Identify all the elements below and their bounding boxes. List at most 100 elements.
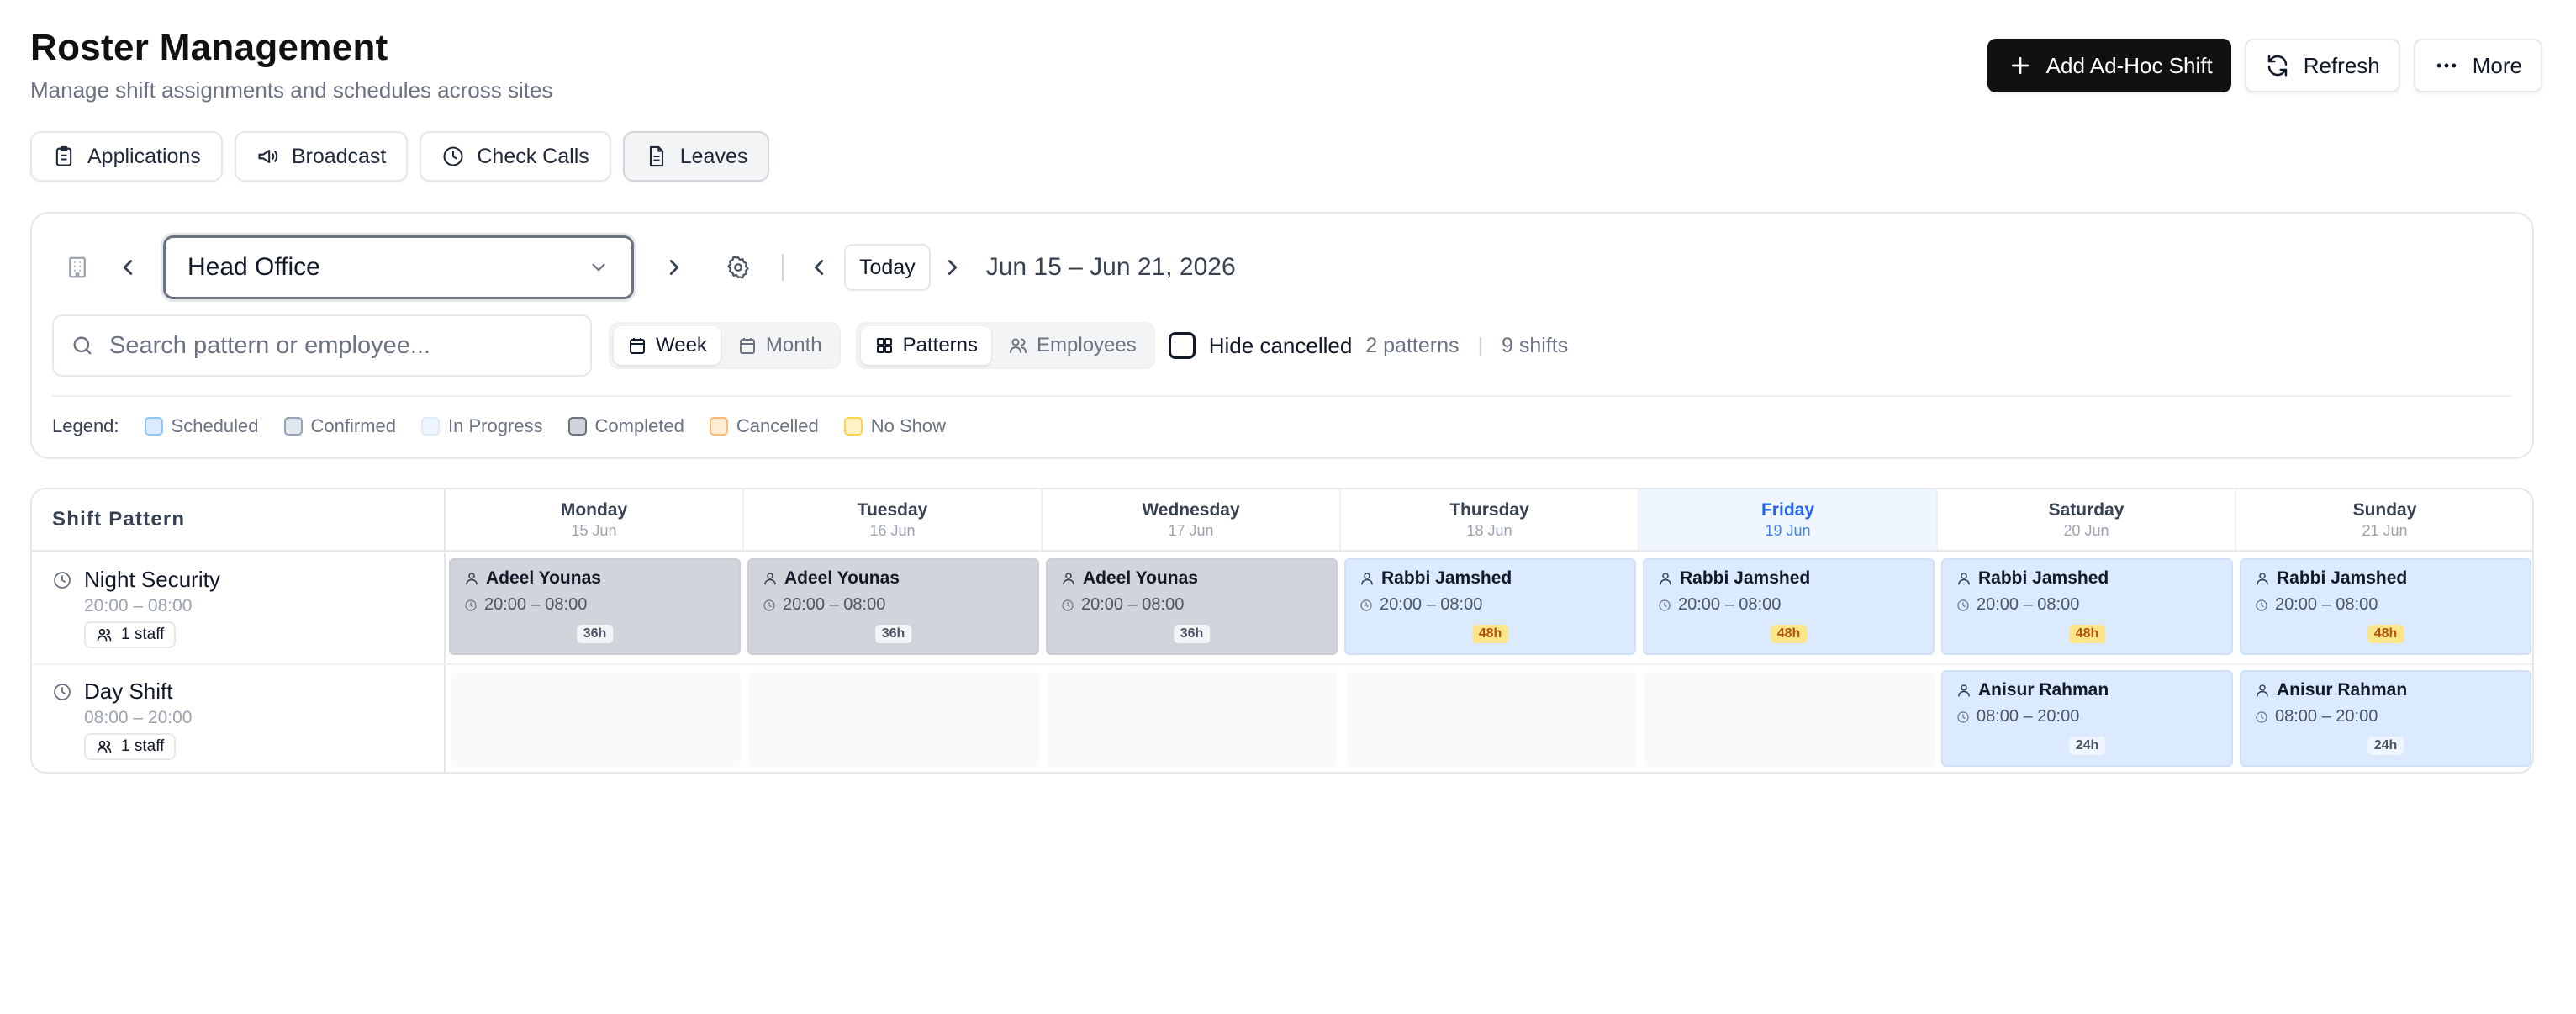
view-week-label: Week	[656, 334, 707, 356]
gear-icon	[726, 255, 751, 280]
day-header-friday: Friday 19 Jun	[1639, 489, 1938, 550]
shift-time: 08:00 – 20:00	[1956, 707, 2220, 726]
user-icon	[1658, 571, 1673, 586]
shift-card[interactable]: Anisur Rahman 08:00 – 20:00 24h	[2240, 670, 2531, 767]
empty-shift-slot[interactable]	[749, 672, 1039, 767]
mode-patterns-button[interactable]: Patterns	[860, 326, 992, 365]
shift-card[interactable]: Rabbi Jamshed 20:00 – 08:00 48h	[1941, 558, 2233, 655]
roster-controls-card: Head Office Today Jun 15 – Jun 21, 2026 …	[30, 212, 2534, 459]
day-name: Wednesday	[1142, 499, 1240, 520]
staff-count-badge: 1 staff	[84, 733, 177, 760]
refresh-label: Refresh	[2303, 52, 2380, 78]
previous-week-button[interactable]	[802, 242, 836, 293]
shift-card[interactable]: Adeel Younas 20:00 – 08:00 36h	[449, 558, 741, 655]
clock-icon	[464, 599, 478, 612]
next-site-button[interactable]	[649, 242, 699, 293]
search-input[interactable]	[109, 331, 563, 360]
site-select[interactable]: Head Office	[163, 235, 634, 299]
site-settings-button[interactable]	[713, 242, 763, 293]
legend-label: No Show	[870, 415, 947, 436]
plus-icon	[2008, 53, 2033, 78]
tab-applications[interactable]: Applications	[30, 131, 223, 182]
day-header-thursday: Thursday 18 Jun	[1341, 489, 1639, 550]
filter-toolbar: Week Month Patterns Employees Hide cance…	[52, 314, 1568, 377]
users-icon	[96, 738, 113, 755]
day-header-tuesday: Tuesday 16 Jun	[744, 489, 1043, 550]
employee-name: Rabbi Jamshed	[1680, 568, 1811, 588]
pattern-name: Night Security	[84, 567, 220, 592]
previous-site-button[interactable]	[103, 242, 153, 293]
status-legend: Legend: Scheduled Confirmed In Progress …	[52, 415, 946, 437]
shifts-count: 9 shifts	[1502, 333, 1569, 357]
day-date: 17 Jun	[1168, 521, 1214, 539]
user-icon	[2255, 683, 2270, 698]
user-icon	[1956, 571, 1972, 586]
shift-card[interactable]: Adeel Younas 20:00 – 08:00 36h	[1046, 558, 1338, 655]
tab-broadcast[interactable]: Broadcast	[234, 131, 409, 182]
hide-cancelled-toggle[interactable]: Hide cancelled	[1168, 332, 1352, 359]
mode-patterns-label: Patterns	[902, 334, 979, 356]
search-field[interactable]	[52, 314, 592, 377]
shift-employee: Adeel Younas	[1061, 568, 1324, 589]
shift-card[interactable]: Rabbi Jamshed 20:00 – 08:00 48h	[2240, 558, 2531, 655]
clock-icon	[2255, 710, 2268, 724]
legend-label: Completed	[594, 415, 684, 436]
employee-name: Rabbi Jamshed	[1978, 568, 2109, 588]
shift-card[interactable]: Rabbi Jamshed 20:00 – 08:00 48h	[1643, 558, 1935, 655]
hide-cancelled-checkbox[interactable]	[1168, 332, 1196, 359]
shift-card[interactable]: Adeel Younas 20:00 – 08:00 36h	[747, 558, 1039, 655]
site-date-toolbar: Head Office Today Jun 15 – Jun 21, 2026	[52, 235, 1236, 299]
header-actions: Add Ad-Hoc Shift Refresh More	[1987, 39, 2542, 92]
user-icon	[1956, 683, 1972, 698]
user-icon	[2255, 571, 2270, 586]
shift-pattern-header: Shift Pattern	[32, 489, 446, 550]
document-icon	[645, 145, 668, 168]
view-month-button[interactable]: Month	[724, 326, 836, 365]
shift-time: 08:00 – 20:00	[2255, 707, 2518, 726]
patterns-count: 2 patterns	[1365, 333, 1460, 357]
legend-label: Cancelled	[736, 415, 819, 436]
empty-shift-slot[interactable]	[451, 672, 741, 767]
legend-label: Scheduled	[171, 415, 259, 436]
search-icon	[71, 334, 94, 357]
legend-item: In Progress	[421, 415, 543, 437]
legend-item: No Show	[843, 415, 947, 437]
shift-time-text: 20:00 – 08:00	[1081, 595, 1185, 614]
mode-employees-label: Employees	[1037, 334, 1137, 356]
legend-swatch	[421, 417, 440, 436]
pattern-name: Day Shift	[84, 679, 173, 704]
site-select-value: Head Office	[187, 253, 320, 281]
shift-card[interactable]: Anisur Rahman 08:00 – 20:00 24h	[1941, 670, 2233, 767]
empty-shift-slot[interactable]	[1346, 672, 1636, 767]
duration-badge: 48h	[2367, 625, 2404, 643]
legend-title: Legend:	[52, 415, 119, 436]
clock-icon	[1658, 599, 1671, 612]
empty-shift-slot[interactable]	[1048, 672, 1338, 767]
empty-shift-slot[interactable]	[1644, 672, 1935, 767]
next-week-button[interactable]	[931, 242, 974, 293]
tab-check-calls[interactable]: Check Calls	[420, 131, 611, 182]
shift-employee: Rabbi Jamshed	[1359, 568, 1623, 589]
pattern-row-header[interactable]: Day Shift 08:00 – 20:00 1 staff	[32, 665, 446, 772]
pattern-row-header[interactable]: Night Security 20:00 – 08:00 1 staff	[32, 553, 446, 665]
today-button[interactable]: Today	[844, 244, 931, 291]
shift-time: 20:00 – 08:00	[464, 595, 727, 615]
duration-badge: 36h	[874, 625, 912, 643]
employee-name: Anisur Rahman	[1978, 680, 2109, 700]
legend-swatch	[709, 417, 728, 436]
view-week-button[interactable]: Week	[614, 326, 721, 365]
shift-time-text: 20:00 – 08:00	[484, 595, 588, 614]
more-button[interactable]: More	[2413, 39, 2542, 92]
day-name: Saturday	[2048, 499, 2125, 520]
employee-name: Rabbi Jamshed	[1381, 568, 1512, 588]
mode-employees-button[interactable]: Employees	[995, 326, 1150, 365]
duration-badge: 24h	[2367, 737, 2404, 755]
clock-icon	[1956, 599, 1970, 612]
tab-leaves[interactable]: Leaves	[622, 131, 770, 182]
refresh-button[interactable]: Refresh	[2244, 39, 2400, 92]
clock-icon	[441, 145, 465, 168]
add-adhoc-shift-button[interactable]: Add Ad-Hoc Shift	[1987, 39, 2231, 92]
tab-check-calls-label: Check Calls	[477, 144, 589, 168]
shift-card[interactable]: Rabbi Jamshed 20:00 – 08:00 48h	[1344, 558, 1636, 655]
staff-count: 1 staff	[121, 626, 165, 643]
